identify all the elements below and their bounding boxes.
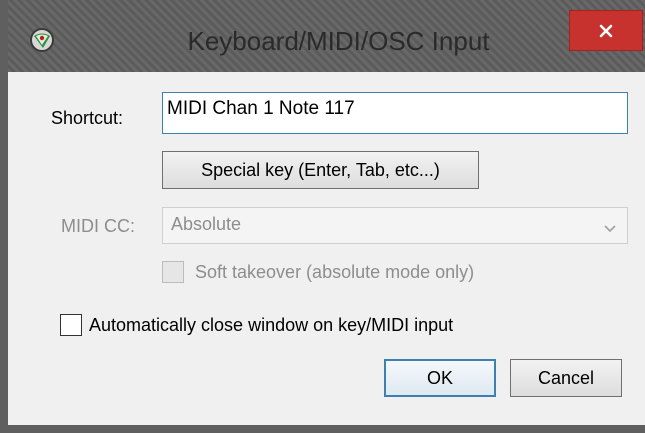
- dialog-body: Shortcut: MIDI Chan 1 Note 117 Special k…: [16, 72, 645, 425]
- shortcut-input[interactable]: MIDI Chan 1 Note 117: [162, 92, 628, 134]
- window-title: Keyboard/MIDI/OSC Input: [187, 26, 490, 56]
- close-button[interactable]: [569, 10, 643, 51]
- auto-close-checkbox[interactable]: [60, 314, 82, 336]
- title-bar[interactable]: Keyboard/MIDI/OSC Input: [8, 0, 645, 72]
- midi-cc-label: MIDI CC:: [61, 216, 135, 236]
- chevron-down-icon: [603, 218, 617, 239]
- auto-close-label: Automatically close window on key/MIDI i…: [89, 315, 454, 335]
- midi-cc-selected: Absolute: [171, 214, 242, 234]
- midi-cc-dropdown[interactable]: Absolute: [162, 207, 628, 244]
- close-icon: [599, 24, 613, 37]
- soft-takeover-label: Soft takeover (absolute mode only): [195, 262, 475, 282]
- shortcut-label: Shortcut:: [51, 108, 124, 128]
- ok-button[interactable]: OK: [384, 359, 496, 397]
- dialog-window: Keyboard/MIDI/OSC Input Shortcut: MIDI C…: [0, 0, 645, 433]
- cancel-button[interactable]: Cancel: [510, 359, 622, 397]
- soft-takeover-checkbox[interactable]: [162, 261, 184, 283]
- special-key-button[interactable]: Special key (Enter, Tab, etc...): [162, 151, 479, 189]
